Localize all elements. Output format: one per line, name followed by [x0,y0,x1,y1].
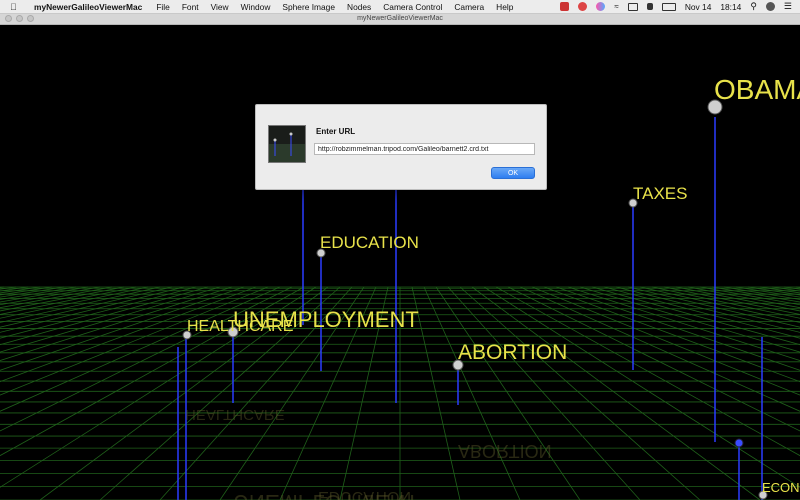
label-unemployment: UNEMPLOYMENT [233,307,419,332]
notification-center-icon[interactable]: ☰ [784,1,792,12]
grid-line [675,286,800,312]
menu-file[interactable]: File [156,2,170,12]
app-status-icon[interactable] [578,2,588,11]
user-icon[interactable] [765,2,775,11]
grid-line [0,286,125,312]
grid-line [0,286,197,339]
ok-button[interactable]: OK [491,167,535,179]
volume-icon[interactable] [646,3,653,10]
airplay-icon[interactable] [627,2,638,11]
label-abortion: ABORTION [458,341,567,364]
menu-view[interactable]: View [211,2,229,12]
grid-line [591,286,800,346]
grid-line [519,286,800,412]
grid-line [0,286,77,300]
grid-line [507,286,800,432]
grid-line [0,286,137,315]
label-obama: OBAMA [714,74,800,105]
battery-icon[interactable] [661,2,676,11]
label-taxes: TAXES [633,184,687,203]
shield-icon[interactable] [560,2,570,11]
galileo-3d-scene[interactable]: HEALTHCARE ABORTION UNEMPLOYMENT EDUCATI… [0,25,800,500]
grid-line [0,286,173,328]
window-titlebar[interactable]: myNewerGalileoViewerMac [0,13,800,25]
menu-window[interactable]: Window [241,2,271,12]
menu-font[interactable]: Font [182,2,199,12]
wifi-icon[interactable]: ≈ [614,2,618,11]
grid-line [471,286,761,500]
app-menu[interactable]: myNewerGalileoViewerMac [34,2,142,12]
grid-line [663,286,800,315]
label-education: EDUCATION [320,233,419,252]
menu-nodes[interactable]: Nodes [347,2,371,12]
window-zoom-button[interactable] [27,15,34,22]
grid-line [579,286,800,353]
apple-icon[interactable]:  [10,2,24,12]
grid-line [0,286,53,296]
app-icon [268,125,306,163]
menu-bar:  myNewerGalileoViewerMac File Font View… [0,0,800,14]
reflection-education: EDUCATION [318,488,411,500]
window-close-button[interactable] [5,15,12,22]
url-input[interactable] [314,143,535,155]
menu-camera-control[interactable]: Camera Control [383,2,442,12]
reflection-healthcare: HEALTHCARE [185,406,285,423]
clock-date[interactable]: Nov 14 [685,2,712,12]
menu-help[interactable]: Help [496,2,513,12]
label-reflections: HEALTHCARE ABORTION UNEMPLOYMENT EDUCATI… [185,406,552,500]
clock-time[interactable]: 18:14 [720,2,741,12]
grid-line [783,286,800,290]
grid-line [747,286,800,296]
grid-line [0,286,17,290]
grid-line [459,286,701,500]
label-economy: ECON [762,480,800,495]
colors-icon[interactable] [596,2,606,11]
grid-line [411,286,461,500]
grid-line [483,286,800,488]
grid-line [627,286,800,328]
window-title: myNewerGalileoViewerMac [357,15,443,22]
grid-line [0,286,209,346]
grid-line [495,286,800,457]
menu-sphere-image[interactable]: Sphere Image [282,2,335,12]
enter-url-dialog: Enter URL OK [255,104,547,190]
window-minimize-button[interactable] [16,15,23,22]
sphere-lower-right[interactable] [734,438,744,448]
grid-line [423,286,521,500]
dialog-title: Enter URL [316,127,356,136]
search-icon[interactable]: ⚲ [750,1,757,12]
menu-camera[interactable]: Camera [454,2,484,12]
reflection-abortion: ABORTION [458,441,552,461]
